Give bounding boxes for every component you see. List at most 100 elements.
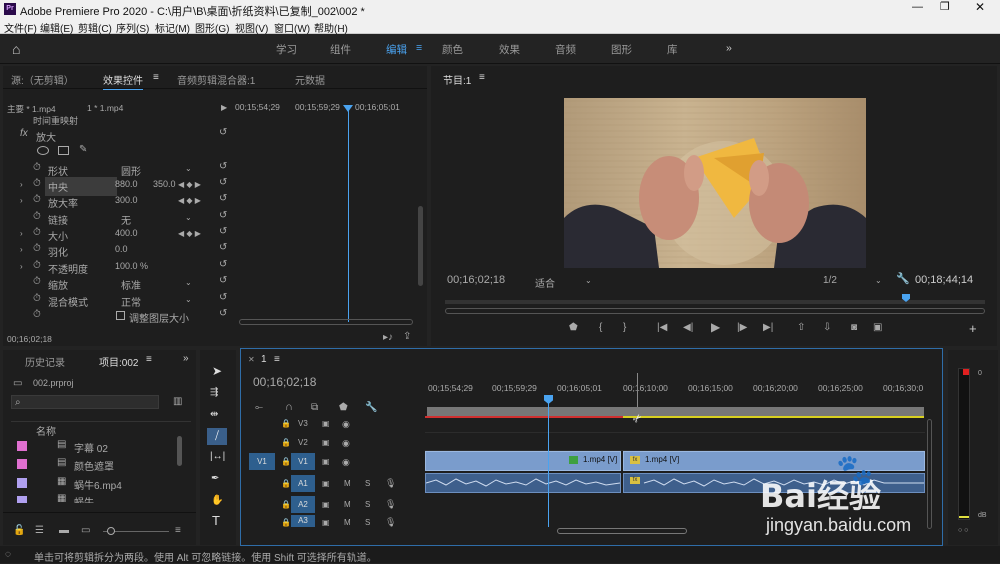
source-patch-v1[interactable]: V1 [249,453,275,470]
microphone-icon[interactable]: 🎙 [385,517,396,527]
lock-icon[interactable]: 🔒 [281,457,291,467]
magnification-value[interactable]: 300.0 [115,195,138,205]
menu-window[interactable]: 窗口(W) [274,20,310,35]
stopwatch-icon[interactable]: ⏱ [33,277,41,287]
solo-button[interactable]: S [365,500,370,509]
timeline-hscroll[interactable] [557,528,687,534]
mark-out-icon[interactable]: } [623,323,626,333]
mark-in-icon[interactable]: { [599,323,602,333]
microphone-icon[interactable]: 🎙 [385,499,396,509]
close-icon[interactable]: ✕ [975,0,985,14]
workspace-learn[interactable]: 学习 [276,42,297,57]
chevron-down-icon[interactable]: ⌄ [185,213,192,223]
solo-button[interactable]: S [365,518,370,527]
go-to-out-icon[interactable]: ▶| [763,323,773,333]
track-label[interactable]: A3 [291,515,315,527]
workspace-graphics[interactable]: 图形 [611,42,632,57]
scaling-dropdown[interactable]: 标准 [121,277,141,292]
stopwatch-icon[interactable]: ⏱ [33,163,41,173]
effect-scroll-track[interactable] [239,319,413,325]
freeform-view-icon[interactable]: ▭ [81,526,90,536]
rect-mask-icon[interactable] [58,146,69,155]
track-label[interactable]: A1 [291,475,315,492]
reset-icon[interactable]: ↺ [219,178,227,188]
track-label[interactable]: A2 [291,496,315,513]
resolution-dropdown[interactable]: 1/2 [823,275,837,286]
time-remap-label[interactable]: 时间重映射 [33,114,78,127]
workspace-editing[interactable]: 编辑 [386,42,407,57]
workspace-assembly[interactable]: 组件 [330,42,351,57]
lock-icon[interactable]: 🔒 [281,500,291,510]
workspace-color[interactable]: 颜色 [442,42,463,57]
program-menu-icon[interactable]: ≡ [479,72,485,83]
link-dropdown[interactable]: 无 [121,212,131,227]
menu-view[interactable]: 视图(V) [235,20,268,35]
camera-icon[interactable]: ◙ [851,323,857,333]
panel-more-icon[interactable]: » [183,353,189,364]
mute-button[interactable]: M [344,500,351,509]
expand-arrow-icon[interactable]: › [20,180,23,190]
tab-history[interactable]: 历史记录 [25,354,65,369]
keyframe-nav-icon[interactable]: ◀ ◆ ▶ [178,180,201,190]
video-clip[interactable]: fx 1.mp4 [V] [623,451,925,471]
wrench-icon[interactable]: 🔧 [896,274,910,285]
reset-icon[interactable]: ↺ [219,162,227,172]
wrench-icon[interactable]: 🔧 [365,403,377,413]
lock-icon[interactable]: 🔒 [281,479,291,489]
nest-toggle-icon[interactable]: ⟜ [255,403,263,413]
export-icon[interactable]: ⇪ [403,332,411,342]
sync-lock-icon[interactable]: ▣ [322,500,330,510]
ripple-edit-tool-icon[interactable]: ⇹ [210,410,218,420]
menu-help[interactable]: 帮助(H) [314,20,348,35]
column-name-header[interactable]: 名称 [36,423,56,438]
timeline-ruler[interactable]: 00;15;54;29 00;15;59;29 00;16;05;01 00;1… [426,379,926,407]
sequence-menu-icon[interactable]: ≡ [274,354,280,365]
workspace-menu-icon[interactable]: ≡ [416,42,422,54]
compare-icon[interactable]: ▣ [873,323,882,333]
chevron-down-icon[interactable]: ⌄ [585,276,592,286]
timeline-vscroll[interactable] [927,419,932,529]
stopwatch-icon[interactable]: ⏱ [33,179,41,189]
workspace-libraries[interactable]: 库 [667,42,678,57]
play-only-audio-icon[interactable]: ▶ [221,103,227,113]
meter-clip-indicator[interactable] [963,369,969,375]
resize-layer-checkbox[interactable] [116,311,125,320]
home-icon[interactable]: ⌂ [12,41,20,57]
step-forward-icon[interactable]: |▶ [737,323,747,333]
workspace-effects[interactable]: 效果 [499,42,520,57]
minimize-icon[interactable]: — [912,1,923,13]
project-menu-icon[interactable]: ≡ [146,354,152,365]
reset-icon[interactable]: ↺ [219,293,227,303]
sequence-tab[interactable]: 1 [261,354,267,365]
program-scroll[interactable] [445,308,985,314]
expand-arrow-icon[interactable]: › [20,262,23,272]
fit-dropdown[interactable]: 适合 [535,275,555,290]
stopwatch-icon[interactable]: ⏱ [33,294,41,304]
slip-tool-icon[interactable]: |↔| [210,452,225,462]
play-audio-icon[interactable]: ▸♪ [383,333,393,343]
track-select-tool-icon[interactable]: ⇶ [210,388,218,398]
tab-source[interactable]: 源:（无剪辑） [11,72,74,87]
icon-view-icon[interactable]: ▬ [59,526,69,536]
track-label[interactable]: V1 [291,453,315,470]
program-timecode[interactable]: 00;16;02;18 [447,274,505,286]
solo-meter-icon[interactable]: ○ ○ [958,526,968,536]
pen-mask-icon[interactable]: ✎ [79,145,87,155]
reset-icon[interactable]: ↺ [219,309,227,319]
play-icon[interactable]: ▶ [711,321,720,333]
chevron-down-icon[interactable]: ⌄ [185,164,192,174]
type-tool-icon[interactable]: T [212,514,220,527]
project-vscroll[interactable] [177,436,182,466]
blend-mode-dropdown[interactable]: 正常 [121,294,141,309]
eye-icon[interactable]: ◉ [342,457,350,467]
chevron-down-icon[interactable]: ⌄ [185,278,192,288]
sync-lock-icon[interactable]: ▣ [322,479,330,489]
center-y-value[interactable]: 350.0 [153,179,176,189]
lock-icon[interactable]: 🔒 [281,438,291,448]
size-value[interactable]: 400.0 [115,228,138,238]
maximize-icon[interactable]: ❐ [940,0,950,13]
timeline-playhead[interactable] [548,399,549,527]
mute-button[interactable]: M [344,479,351,488]
chevron-down-icon[interactable]: ⌄ [185,295,192,305]
program-ruler[interactable] [445,300,985,304]
